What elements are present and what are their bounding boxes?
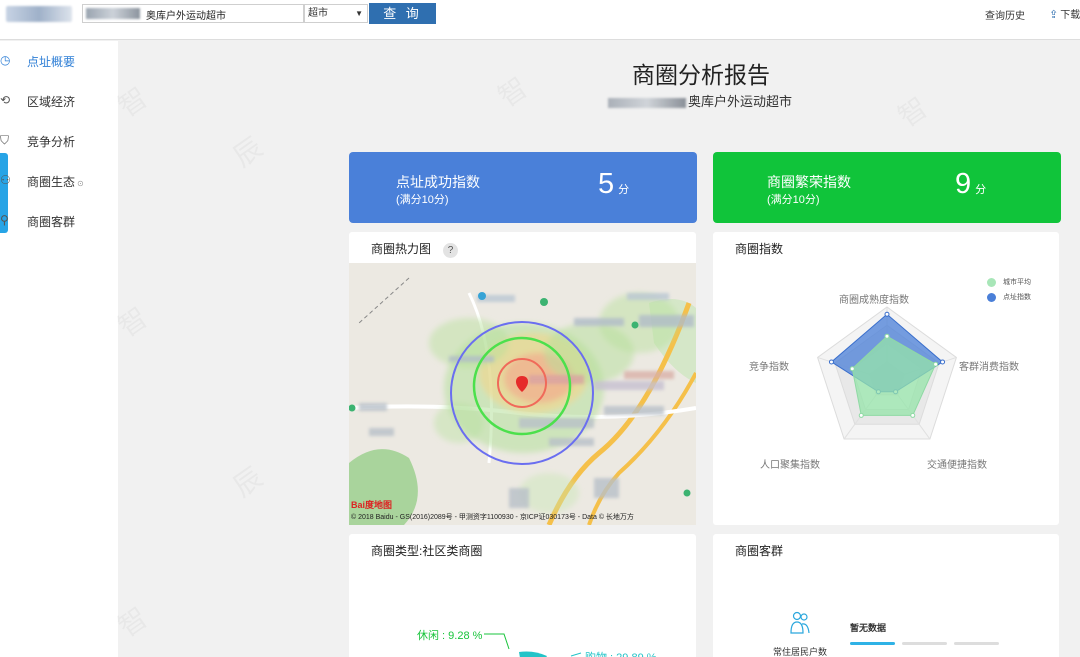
score-title: 点址成功指数 <box>396 174 480 190</box>
share-icon: ⇪ <box>1049 9 1059 21</box>
leisure-leader-line <box>484 633 510 650</box>
business-type-panel: 商圈类型:社区类商圈 休闲 : 9.28 % 购物 : 29.89 % <box>349 534 696 657</box>
sidebar-item-ecology[interactable]: ⚇ 商圈生态 ⊙ <box>0 161 118 201</box>
radar-axis-label: 客群消费指数 <box>959 362 1019 373</box>
download-link[interactable]: ⇪ 下载 <box>1049 6 1080 21</box>
index-panel: 商圈指数 城市平均 点址指数 商圈成熟度指数 客群消费指数 交通便捷指数 人口聚… <box>713 232 1059 525</box>
watermark: 辰 <box>224 127 270 176</box>
sidebar-item-label: 商圈生态 ⊙ <box>27 175 84 189</box>
chevron-down-icon: ▼ <box>355 9 363 18</box>
yuan-icon: ⟲ <box>0 93 11 107</box>
help-icon[interactable]: ? <box>443 243 459 258</box>
progress-bar <box>902 642 947 645</box>
panel-title: 商圈热力图? <box>371 240 459 258</box>
blurred-text <box>608 97 686 108</box>
score-note: (满分10分) <box>396 194 449 206</box>
person-icon: ⚇ <box>0 173 11 187</box>
radar-chart <box>816 306 958 440</box>
wrench-icon: ⚲ <box>0 213 9 227</box>
radar-axis-label: 竞争指数 <box>749 362 789 373</box>
map-graphic <box>349 263 696 525</box>
score-value: 9分 <box>955 168 987 200</box>
radar-point <box>884 333 890 339</box>
sidebar-item-customers[interactable]: ⚲ 商圈客群 <box>0 201 118 241</box>
expand-indicator-icon: ⊙ <box>77 179 84 188</box>
score-value: 5分 <box>598 168 630 200</box>
sidebar-item-label: 点址概要 <box>27 55 76 69</box>
search-input-blurred-prefix <box>86 8 140 19</box>
panel-title: 商圈客群 <box>735 544 784 558</box>
report-subtitle: 奥库户外运动超市 <box>608 91 792 110</box>
score-note: (满分10分) <box>767 194 820 206</box>
radar-point <box>910 412 916 418</box>
shopping-slice <box>519 651 547 657</box>
query-button[interactable]: 查 询 <box>369 3 436 24</box>
prosperity-score-card: 商圈繁荣指数 (满分10分) 9分 <box>713 152 1061 223</box>
main-content: 智 辰 智 辰 智 智 智 商圈分析报告 奥库户外运动超市 点址成功指数 (满分… <box>118 41 1080 657</box>
shopping-slice-label: 购物 : 29.89 % <box>585 649 657 657</box>
sidebar: ◷ 点址概要 ⟲ 区域经济 ⛉ 竞争分析 ⚇ 商圈生态 ⊙ ⚲ 商圈客群 <box>0 41 118 657</box>
search-input-value: 奥库户外运动超市 <box>146 11 226 22</box>
leisure-slice-label: 休闲 : 9.28 % <box>417 630 483 642</box>
resident-households-label: 常住居民户数 <box>773 647 828 657</box>
category-select-value: 超市 <box>308 8 328 19</box>
radar-point <box>884 311 890 317</box>
report-title: 商圈分析报告 <box>632 62 770 88</box>
sidebar-item-overview[interactable]: ◷ 点址概要 <box>0 41 118 81</box>
no-data-label: 暂无数据 <box>850 623 887 633</box>
watermark: 辰 <box>224 457 270 506</box>
residents-icon <box>790 611 810 634</box>
pie-icon: ◷ <box>0 53 11 67</box>
app-logo <box>6 6 72 22</box>
radar-point <box>933 361 939 367</box>
watermark: 智 <box>489 67 535 116</box>
map-copyright: © 2018 Baidu - GS(2016)2089号 - 甲测资字11009… <box>351 514 634 521</box>
watermark: 智 <box>889 87 935 136</box>
shopping-leader-line <box>570 652 582 657</box>
progress-bar <box>850 642 895 645</box>
progress-bar <box>954 642 999 645</box>
radar-point <box>940 359 946 365</box>
radar-axis-label: 人口聚集指数 <box>760 460 820 471</box>
top-bar: 奥库户外运动超市 超市 ▼ 查 询 查询历史 ⇪ 下载 <box>0 0 1080 40</box>
radar-point <box>858 412 864 418</box>
sidebar-item-label: 商圈客群 <box>27 215 76 229</box>
sidebar-item-label: 竞争分析 <box>27 135 76 149</box>
type-donut-chart <box>484 633 582 657</box>
site-success-score-card: 点址成功指数 (满分10分) 5分 <box>349 152 697 223</box>
category-select[interactable]: 超市 ▼ <box>304 4 368 23</box>
score-title: 商圈繁荣指数 <box>767 174 851 190</box>
sidebar-item-competition[interactable]: ⛉ 竞争分析 <box>0 121 118 161</box>
heatmap-panel: 商圈热力图? Bai度地图 © 2018 Baidu - GS(2016)208… <box>349 232 696 525</box>
radar-axis-label: 交通便捷指数 <box>927 460 987 471</box>
customers-panel: 商圈客群 暂无数据 常住居民户数 <box>713 534 1059 657</box>
sidebar-item-economy[interactable]: ⟲ 区域经济 <box>0 81 118 121</box>
baidu-logo: Bai度地图 <box>351 500 393 510</box>
query-history-link[interactable]: 查询历史 <box>985 7 1025 22</box>
shield-icon: ⛉ <box>0 133 10 147</box>
download-label: 下载 <box>1060 10 1080 21</box>
heatmap-map[interactable]: Bai度地图 © 2018 Baidu - GS(2016)2089号 - 甲测… <box>349 263 696 525</box>
radar-axis-label: 商圈成熟度指数 <box>839 295 909 306</box>
radar-point <box>849 366 855 372</box>
radar-point <box>828 359 834 365</box>
sidebar-item-label: 区域经济 <box>27 95 76 109</box>
